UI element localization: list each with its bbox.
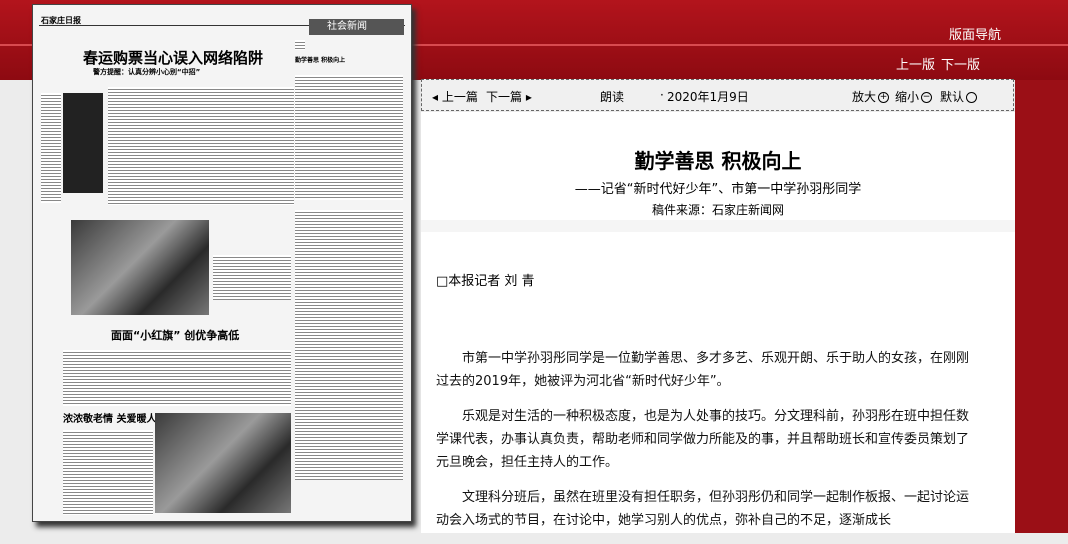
separator-dot: · xyxy=(660,88,664,102)
prev-article-label: 上一篇 xyxy=(441,90,478,104)
sidebar-headline[interactable]: 勤学善思 积极向上 xyxy=(295,55,345,64)
newspaper-headline-2[interactable]: 面面“小红旗” 创优争高低 xyxy=(111,327,239,343)
plus-icon: + xyxy=(878,92,890,103)
prev-article-link[interactable]: ◂ 上一篇 xyxy=(432,88,478,105)
text-column xyxy=(213,255,291,300)
newspaper-headline-3[interactable]: 浓浓敬老情 关爱暖人心 xyxy=(63,410,166,425)
text-column[interactable] xyxy=(108,87,294,205)
text-column[interactable] xyxy=(63,350,291,406)
zoom-out-label: 缩小 xyxy=(895,90,920,104)
default-label: 默认 xyxy=(940,90,965,104)
zoom-out-button[interactable]: 缩小 − xyxy=(895,88,933,105)
text-column[interactable] xyxy=(295,210,403,480)
next-page-link[interactable]: 下一版 xyxy=(941,58,980,73)
section-label: 社会新闻 xyxy=(309,19,404,35)
default-size-button[interactable]: 默认 xyxy=(940,88,978,105)
prev-page-link[interactable]: 上一版 xyxy=(896,58,935,73)
article-byline: □本报记者 刘 青 xyxy=(436,274,535,289)
circle-icon xyxy=(966,92,978,103)
next-article-link[interactable]: 下一篇 ▸ xyxy=(486,88,532,105)
issue-date: 2020年1月9日 xyxy=(667,90,749,104)
article-paragraph: 文理科分班后，虽然在班里没有担任职务，但孙羽彤仍和同学一起制作板报、一起讨论运动… xyxy=(436,490,970,528)
text-column[interactable] xyxy=(295,75,403,200)
article-paragraph: 乐观是对生活的一种积极态度，也是为人处事的技巧。分文理科前，孙羽彤在班中担任数学… xyxy=(436,409,970,470)
highlight-box xyxy=(63,93,103,193)
minus-icon: − xyxy=(921,92,933,103)
newspaper-logo: 石家庄日报 xyxy=(41,15,81,25)
news-photo[interactable] xyxy=(71,220,209,315)
zoom-in-button[interactable]: 放大 + xyxy=(852,88,890,105)
article-title: 勤学善思 积极向上 xyxy=(634,149,802,173)
text-column[interactable] xyxy=(63,430,153,515)
article-body: 市第一中学孙羽彤同学是一位勤学善思、多才多艺、乐观开朗、乐于助人的女孩，在刚刚过… xyxy=(436,347,971,544)
article-panel: 勤学善思 积极向上 ——记省“新时代好少年”、市第一中学孙羽彤同学 稿件来源：石… xyxy=(421,112,1015,533)
newspaper-page-image[interactable]: 石家庄日报 社会新闻 春运购票当心误入网络陷阱 警方提醒：认真分辨小心别“中招”… xyxy=(32,4,412,522)
newspaper-headline[interactable]: 春运购票当心误入网络陷阱 xyxy=(53,47,293,68)
page-nav-title[interactable]: 版面导航 xyxy=(949,24,1001,43)
text-column xyxy=(41,93,61,203)
article-subtitle: ——记省“新时代好少年”、市第一中学孙羽彤同学 xyxy=(574,182,862,197)
divider-band xyxy=(421,220,1015,232)
read-aloud-button[interactable]: 朗读 xyxy=(600,88,624,105)
next-article-label: 下一篇 xyxy=(486,90,523,104)
article-paragraph: 市第一中学孙羽彤同学是一位勤学善思、多才多艺、乐观开朗、乐于助人的女孩，在刚刚过… xyxy=(436,351,970,389)
zoom-in-label: 放大 xyxy=(852,90,877,104)
news-photo[interactable] xyxy=(155,413,291,513)
newspaper-subheadline: 警方提醒：认真分辨小心别“中招” xyxy=(93,68,201,76)
page-nav-links: 上一版 下一版 xyxy=(896,54,986,73)
article-source: 稿件来源：石家庄新闻网 xyxy=(651,203,784,217)
text-column xyxy=(295,40,305,50)
right-margin-bar xyxy=(1015,80,1068,533)
article-toolbar: ◂ 上一篇 下一篇 ▸ 朗读 · 2020年1月9日 放大 + 缩小 − 默认 xyxy=(421,79,1014,111)
